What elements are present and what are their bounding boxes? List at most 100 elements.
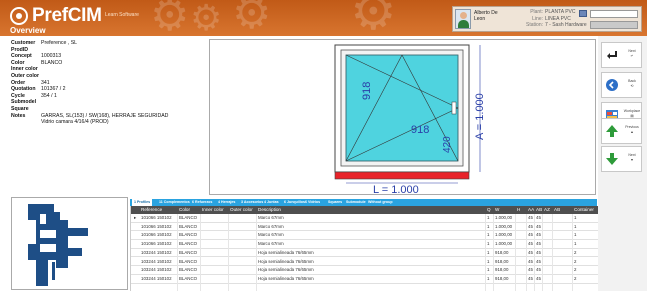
- detail-key: Notes: [11, 112, 26, 119]
- detail-row: Customer Preference , SL: [11, 40, 201, 47]
- tab-4-juntas[interactable]: 4 Juntas: [262, 199, 281, 206]
- gear-icon: ⚙: [150, 0, 190, 40]
- table-row[interactable]: 103244 150102 BLANCO Hoja semialineada 76/…: [131, 258, 598, 267]
- column-header[interactable]: W: [495, 206, 499, 214]
- table-cell: 2: [574, 258, 577, 264]
- table-cell: 918,00: [495, 249, 509, 255]
- column-separator: [256, 214, 257, 291]
- table-cell: 45: [536, 223, 541, 229]
- app-subtitle: Learn Software: [105, 12, 139, 18]
- previous-button-label: Previous ▲: [625, 125, 639, 134]
- table-cell: 45: [528, 223, 533, 229]
- table-cell: 45: [536, 249, 541, 255]
- column-header[interactable]: Color: [179, 206, 190, 214]
- column-header[interactable]: AB: [536, 206, 542, 214]
- column-separator: [228, 214, 229, 291]
- column-header[interactable]: Description: [258, 206, 281, 214]
- table-row[interactable]: ▸ 101066 150102 BLANCO Marco 67mm 1 1.000,00 4…: [131, 214, 598, 223]
- tab-1-profiles[interactable]: 1 Profiles: [132, 199, 153, 206]
- table-cell: 103244 150102: [141, 258, 172, 264]
- table-cell: Hoja semialineada 76/65mm: [258, 258, 314, 264]
- table-row[interactable]: 101066 150102 BLANCO Marco 67mm 1 1.000,00 45…: [131, 223, 598, 232]
- table-row[interactable]: 103244 150102 BLANCO Hoja semialineada 76/…: [131, 266, 598, 275]
- detail-row: Cycle 354 / 1: [11, 93, 201, 100]
- keyboard-icon[interactable]: [579, 10, 587, 17]
- column-header[interactable]: H: [517, 206, 520, 214]
- table-cell: 1: [487, 249, 490, 255]
- detail-row: Square: [11, 106, 201, 113]
- detail-value: GARRAS, SL(153) / SW(168), HERRAJE SEGUR…: [41, 112, 169, 119]
- table-cell: 918,00: [495, 258, 509, 264]
- detail-key: Customer: [11, 40, 36, 46]
- next-down-button[interactable]: Next ▼: [601, 146, 642, 172]
- previous-button[interactable]: Previous ▲: [601, 118, 642, 144]
- tab-bar: 1 Profiles 11 Complementos 6 Refuerzos 4 He…: [130, 199, 597, 206]
- tab-squares[interactable]: Squares: [326, 199, 344, 206]
- table-cell: BLANCO: [179, 215, 198, 220]
- gear-icon: ⚙: [190, 0, 223, 38]
- tab-6-refuerzos[interactable]: 6 Refuerzos: [190, 199, 214, 206]
- table-cell: 45: [536, 267, 541, 273]
- column-header[interactable]: AZ: [544, 206, 550, 214]
- detail-value: 101367 / 2: [41, 86, 66, 93]
- table-cell: Hoja semialineada 76/65mm: [258, 275, 314, 281]
- back-button-label: Back ⟲: [628, 79, 636, 88]
- column-header[interactable]: AA: [528, 206, 534, 214]
- detail-key: Inner color: [11, 66, 38, 73]
- detail-row: Inner color: [11, 66, 201, 73]
- column-header[interactable]: Container: [574, 206, 594, 214]
- detail-key: Cycle: [11, 92, 25, 99]
- detail-value: [41, 73, 201, 80]
- tab-4-herrajes[interactable]: 4 Herrajes: [216, 199, 237, 206]
- detail-value: Preference , SL: [41, 40, 78, 46]
- tab-submodule[interactable]: Submodule: [344, 199, 368, 206]
- table-cell: BLANCO: [179, 249, 198, 255]
- next-button[interactable]: Next ↵: [601, 42, 642, 68]
- table-cell: BLANCO: [179, 241, 198, 247]
- table-cell: 45: [536, 215, 541, 220]
- status-field: [590, 21, 638, 29]
- table-cell: 45: [528, 267, 533, 273]
- table-row[interactable]: 103244 150102 BLANCO Hoja semialineada 76/…: [131, 249, 598, 258]
- profile-shape: [28, 204, 88, 286]
- detail-value: [41, 47, 201, 54]
- gear-icon: ⚙: [350, 0, 397, 41]
- column-header[interactable]: AB: [554, 206, 560, 214]
- detail-row: Notes GARRAS, SL(153) / SW(168), HERRAJE …: [11, 113, 201, 120]
- table-cell: 45: [528, 215, 533, 220]
- table-cell: 1.000,00: [495, 232, 513, 238]
- handle-icon: [451, 101, 457, 115]
- detail-key: Color: [11, 59, 25, 66]
- column-header[interactable]: Outer color: [230, 206, 253, 214]
- dim-918-left: 918: [361, 82, 373, 100]
- label-a: A = 1.000: [474, 93, 486, 140]
- dim-420: 420: [442, 136, 453, 153]
- column-header[interactable]: Q: [487, 206, 491, 214]
- scan-input[interactable]: [590, 10, 638, 18]
- tab-11-complementos[interactable]: 11 Complementos: [157, 199, 192, 206]
- column-separator: [542, 214, 543, 291]
- back-button[interactable]: Back ⟲: [601, 72, 642, 98]
- table-row[interactable]: 103244 150102 BLANCO Hoja semialineada 76/…: [131, 275, 598, 284]
- detail-row: Order 341: [11, 80, 201, 87]
- parts-table: Reference Color Inner color Outer color Desc…: [130, 206, 598, 291]
- tab-6-vidrios[interactable]: 6 Vidrios: [303, 199, 322, 206]
- table-cell: 45: [528, 232, 533, 238]
- column-header[interactable]: Reference: [141, 206, 162, 214]
- tab-without-group[interactable]: Without group: [366, 199, 395, 206]
- station-label: Station:: [526, 22, 543, 28]
- table-row[interactable]: 101066 150102 BLANCO Marco 67mm 1 1.000,00 45…: [131, 240, 598, 249]
- column-separator: [515, 214, 516, 291]
- table-cell: 45: [536, 232, 541, 238]
- table-row[interactable]: 101066 150102 BLANCO Marco 67mm 1 1.000,00 45…: [131, 231, 598, 241]
- table-cell: 1.000,00: [495, 215, 513, 220]
- column-separator: [493, 214, 494, 291]
- table-cell: 101066 150102: [141, 223, 172, 229]
- column-header[interactable]: Inner color: [202, 206, 224, 214]
- detail-key: Submodel: [11, 99, 37, 106]
- detail-value: 354 / 1: [41, 92, 57, 99]
- station-value: 7 - Sash Hardware: [545, 22, 587, 28]
- table-cell: 45: [536, 258, 541, 264]
- table-cell: 45: [536, 275, 541, 281]
- detail-row: Vidrio camara 4/16/4 (PROD): [11, 119, 201, 126]
